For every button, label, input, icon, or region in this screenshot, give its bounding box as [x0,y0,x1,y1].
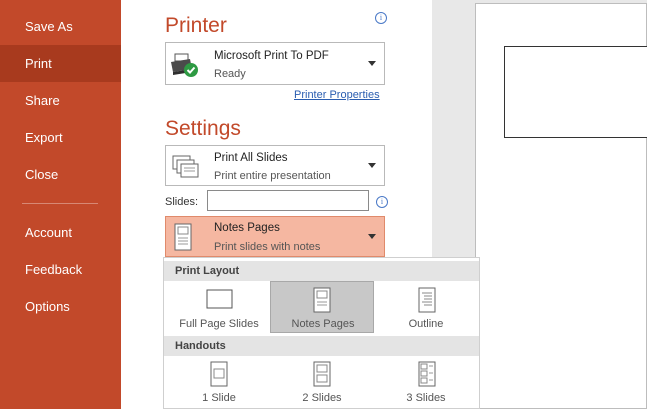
printer-properties-link[interactable]: Printer Properties [294,89,380,101]
nav-save-as[interactable]: Save As [0,8,121,45]
option-label: Outline [408,318,444,330]
slides-info-icon[interactable]: i [376,196,388,208]
nav-export[interactable]: Export [0,119,121,156]
slides-label: Slides: [165,196,199,208]
option-label: Notes Pages [291,318,355,330]
handout-1-slide-icon [210,361,228,387]
option-full-page-slides[interactable]: Full Page Slides [167,283,271,335]
notes-page-icon [313,287,331,313]
printer-info-icon[interactable]: i [375,12,387,24]
option-3-slides[interactable]: 3 Slides [374,357,478,409]
option-notes-pages[interactable]: Notes Pages [270,281,374,333]
print-range-dropdown[interactable]: Print All Slides Print entire presentati… [165,145,385,186]
printer-status: Ready [214,68,246,80]
print-layout-dropdown[interactable]: Notes Pages Print slides with notes [165,216,385,257]
printer-heading: Printer [165,14,227,37]
option-outline[interactable]: Outline [374,283,478,335]
option-1-slide[interactable]: 1 Slide [167,357,271,409]
backstage-sidebar: Save As Print Share Export Close Account… [0,0,121,409]
preview-page [475,3,647,409]
all-slides-icon [172,155,199,178]
outline-icon [418,287,436,313]
handouts-header: Handouts [164,336,479,356]
option-2-slides[interactable]: 2 Slides [270,357,374,409]
slides-input[interactable] [207,190,369,211]
nav-print[interactable]: Print [0,45,121,82]
chevron-down-icon [368,163,376,168]
printer-dropdown[interactable]: Microsoft Print To PDF Ready [165,42,385,85]
option-label: 1 Slide [202,392,236,404]
print-layout-flyout: Print Layout Full Page Slides Notes Page… [163,257,480,409]
settings-heading: Settings [165,117,241,140]
option-label: Full Page Slides [179,318,259,330]
print-range-subtitle: Print entire presentation [214,170,331,182]
nav-close[interactable]: Close [0,156,121,193]
preview-slide-thumbnail [504,46,647,138]
nav-options[interactable]: Options [0,288,121,325]
nav-share[interactable]: Share [0,82,121,119]
chevron-down-icon [368,234,376,239]
print-layout-title: Notes Pages [214,222,280,234]
full-page-slide-icon [206,289,233,309]
print-range-title: Print All Slides [214,152,288,164]
print-layout-header: Print Layout [164,261,479,281]
print-layout-subtitle: Print slides with notes [214,241,321,253]
notes-page-icon [174,223,192,251]
nav-account[interactable]: Account [0,214,121,251]
option-label: 2 Slides [302,392,342,404]
option-label: 3 Slides [406,392,446,404]
nav-divider [22,203,98,204]
chevron-down-icon [368,61,376,66]
handout-3-slides-icon [418,361,436,387]
nav-feedback[interactable]: Feedback [0,251,121,288]
printer-name: Microsoft Print To PDF [214,50,329,62]
printer-icon [171,53,198,77]
handout-2-slides-icon [313,361,331,387]
